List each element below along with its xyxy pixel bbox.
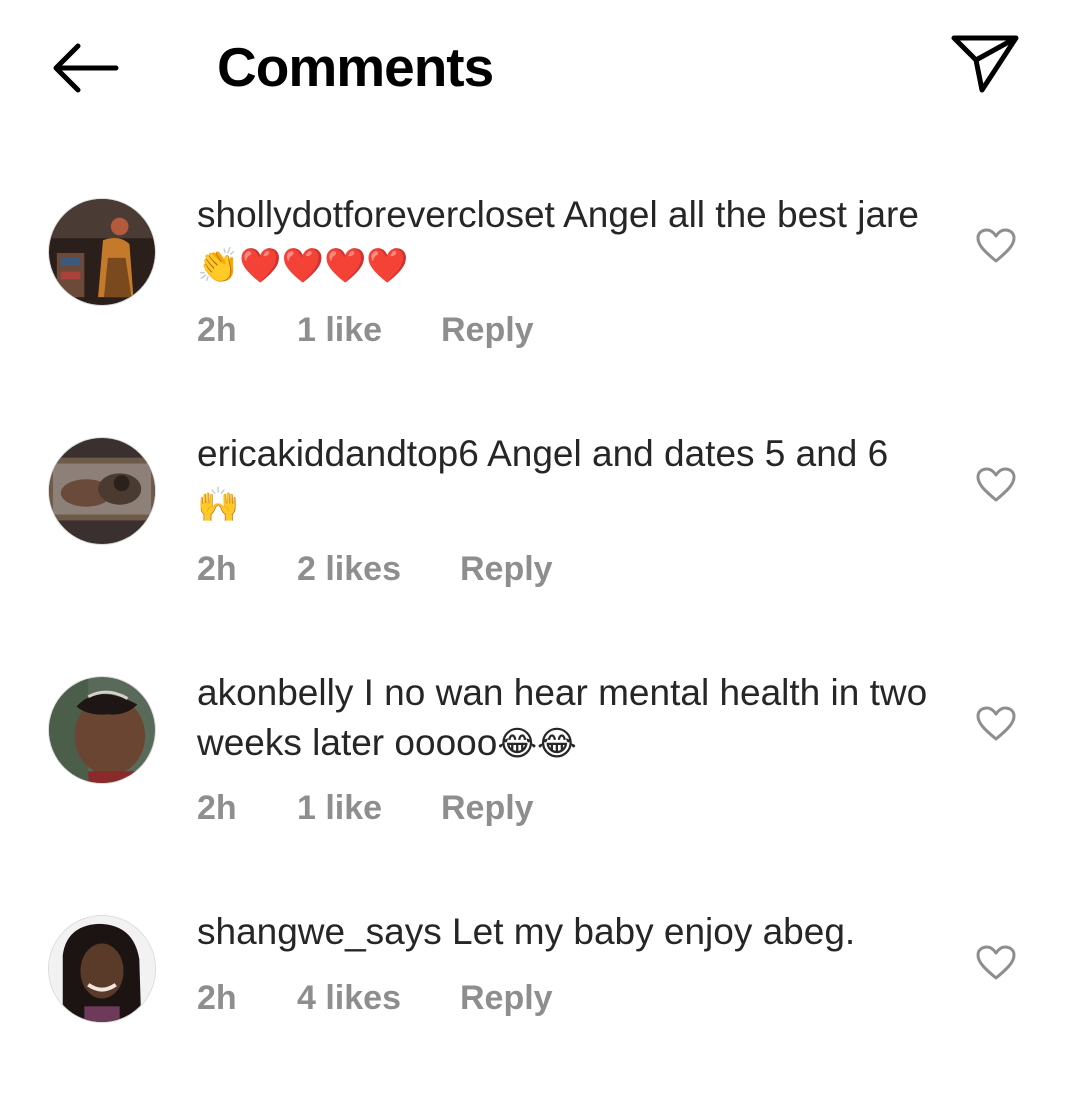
comment-emoji: 😂😂 [497,724,577,764]
header-bar: Comments [0,0,1080,140]
reply-button[interactable]: Reply [441,310,534,350]
comment-time: 2h [197,311,237,349]
comment-body: Let my baby enjoy abeg. [452,911,856,952]
comment-text: shangwe_says Let my baby enjoy abeg. [197,907,937,957]
send-icon[interactable] [948,28,1022,98]
comment-username[interactable]: ericakiddandtop6 [197,433,479,474]
comment-item: akonbelly I no wan hear mental health in… [0,672,1080,876]
comment-username[interactable]: akonbelly [197,672,353,713]
comment-body: Angel all the best jare [563,194,919,235]
comment-item: ericakiddandtop6 Angel and dates 5 and 6… [0,433,1080,637]
comment-text: akonbelly I no wan hear mental health in… [197,668,937,769]
comment-text: ericakiddandtop6 Angel and dates 5 and 6… [197,429,937,530]
avatar[interactable] [48,676,156,784]
like-heart-icon[interactable] [976,467,1016,503]
comment-username[interactable]: shollydotforevercloset [197,194,555,235]
like-heart-icon[interactable] [976,706,1016,742]
like-heart-icon[interactable] [976,228,1016,264]
comment-likes[interactable]: 2 likes [297,549,460,589]
comment-time: 2h [197,550,237,588]
comment-meta: 2h 2 likes Reply [197,549,553,589]
comment-emoji: 🙌 [197,485,240,525]
comment-item: shangwe_says Let my baby enjoy abeg. 2h 4… [0,911,1080,1115]
reply-button[interactable]: Reply [460,549,553,589]
comment-text: shollydotforevercloset Angel all the bes… [197,190,937,291]
page-title: Comments [217,36,494,98]
avatar[interactable] [48,198,156,306]
like-heart-icon[interactable] [976,945,1016,981]
comment-meta: 2h 4 likes Reply [197,978,553,1018]
back-arrow-icon[interactable] [46,38,122,98]
avatar[interactable] [48,915,156,1023]
avatar[interactable] [48,437,156,545]
comment-time: 2h [197,979,237,1017]
comment-username[interactable]: shangwe_says [197,911,442,952]
comment-likes[interactable]: 4 likes [297,978,460,1018]
reply-button[interactable]: Reply [460,978,553,1018]
comment-body: Angel and dates 5 and 6 [487,433,889,474]
comment-meta: 2h 1 like Reply [197,788,534,828]
reply-button[interactable]: Reply [441,788,534,828]
comment-meta: 2h 1 like Reply [197,310,534,350]
comment-item: shollydotforevercloset Angel all the bes… [0,194,1080,398]
comment-time: 2h [197,789,237,827]
comment-likes[interactable]: 1 like [297,788,441,828]
comment-emoji: 👏❤️❤️❤️❤️ [197,246,409,286]
comment-likes[interactable]: 1 like [297,310,441,350]
